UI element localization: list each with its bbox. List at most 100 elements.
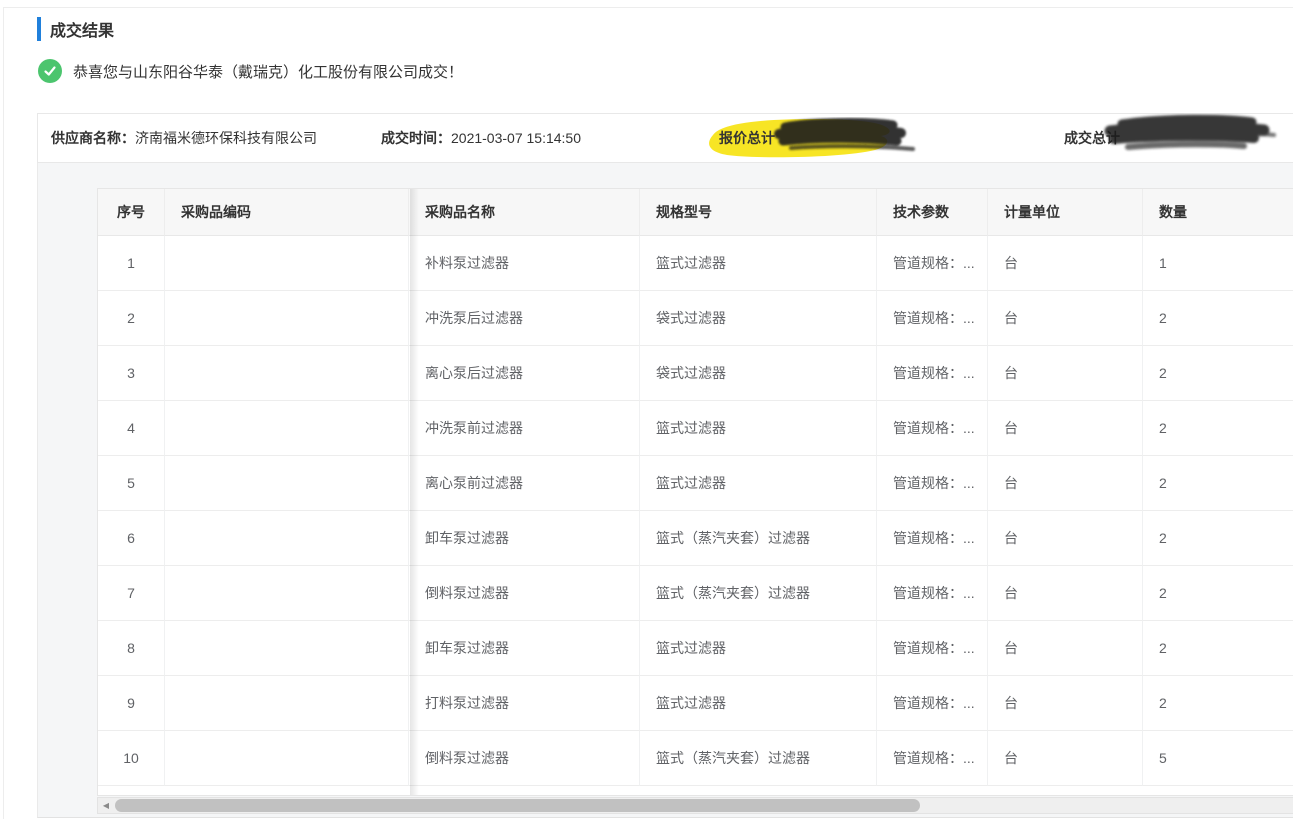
cell-tech: 管道规格：... xyxy=(877,676,988,731)
quote-total-label: 报价总计 xyxy=(719,130,775,146)
cell-name: 卸车泵过滤器 xyxy=(409,621,640,676)
cell-unit: 台 xyxy=(988,291,1143,346)
table-row: 4 冲洗泵前过滤器篮式过滤器管道规格：...台2 xyxy=(98,401,1293,456)
cell-tech: 管道规格：... xyxy=(877,731,988,786)
table-row: 6卸车泵过滤器篮式（蒸汽夹套）过滤器管道规格：...台2 xyxy=(98,511,1293,566)
cell-qty: 2 xyxy=(1143,456,1293,511)
table-row: 7倒料泵过滤器篮式（蒸汽夹套）过滤器管道规格：...台2 xyxy=(98,566,1293,621)
table-region: 序号采购品编码采购品名称规格型号技术参数计量单位数量 1补料泵过滤器篮式过滤器管… xyxy=(37,163,1293,818)
cell-spec: 篮式过滤器 xyxy=(640,676,877,731)
cell-qty: 2 xyxy=(1143,621,1293,676)
items-table: 序号采购品编码采购品名称规格型号技术参数计量单位数量 1补料泵过滤器篮式过滤器管… xyxy=(98,189,1293,786)
cell-index: 9 xyxy=(98,676,165,731)
cell-index: 5 xyxy=(98,456,165,511)
table-row: 9打料泵过滤器篮式过滤器管道规格：...台2 xyxy=(98,676,1293,731)
cell-name: 离心泵前过滤器 xyxy=(409,456,640,511)
cell-spec: 篮式过滤器 xyxy=(640,236,877,291)
cell-qty: 2 xyxy=(1143,346,1293,401)
cell-qty: 2 xyxy=(1143,291,1293,346)
table-row: 1补料泵过滤器篮式过滤器管道规格：...台1 xyxy=(98,236,1293,291)
table-row: 10 倒料泵过滤器篮式（蒸汽夹套）过滤器管道规格：...台5 xyxy=(98,731,1293,786)
column-header-unit: 计量单位 xyxy=(988,189,1143,236)
black-scribble-redaction xyxy=(1094,112,1284,162)
cell-spec: 袋式过滤器 xyxy=(640,291,877,346)
deal-info-bar: 供应商名称：济南福米德环保科技有限公司 成交时间：2021-03-07 15:1… xyxy=(37,113,1293,163)
cell-qty: 5 xyxy=(1143,731,1293,786)
cell-index: 7 xyxy=(98,566,165,621)
cell-name: 倒料泵过滤器 xyxy=(409,731,640,786)
cell-index: 6 xyxy=(98,511,165,566)
table-row: 3离心泵后过滤器袋式过滤器管道规格：...台2 xyxy=(98,346,1293,401)
cell-index: 2 xyxy=(98,291,165,346)
table-header-row: 序号采购品编码采购品名称规格型号技术参数计量单位数量 xyxy=(98,189,1293,236)
cell-unit: 台 xyxy=(988,621,1143,676)
cell-qty: 2 xyxy=(1143,511,1293,566)
column-header-tech: 技术参数 xyxy=(877,189,988,236)
horizontal-scrollbar[interactable]: ◀ xyxy=(97,797,1293,814)
cell-index: 1 xyxy=(98,236,165,291)
cell-tech: 管道规格：... xyxy=(877,456,988,511)
scrollbar-thumb[interactable] xyxy=(115,799,920,812)
cell-unit: 台 xyxy=(988,456,1143,511)
cell-tech: 管道规格：... xyxy=(877,346,988,401)
deal-result-page: 成交结果 恭喜您与山东阳谷华泰（戴瑞克）化工股份有限公司成交！ 供应商名称：济南… xyxy=(0,0,1293,826)
column-header-qty: 数量 xyxy=(1143,189,1293,236)
cell-code xyxy=(165,566,409,621)
cell-tech: 管道规格：... xyxy=(877,291,988,346)
cell-unit: 台 xyxy=(988,401,1143,456)
page-title: 成交结果 xyxy=(50,17,114,41)
cell-name: 离心泵后过滤器 xyxy=(409,346,640,401)
cell-code xyxy=(165,456,409,511)
success-message-text: 恭喜您与山东阳谷华泰（戴瑞克）化工股份有限公司成交！ xyxy=(73,61,463,82)
cell-unit: 台 xyxy=(988,511,1143,566)
cell-code xyxy=(165,346,409,401)
deal-time-label: 成交时间： xyxy=(381,130,451,146)
cell-tech: 管道规格：... xyxy=(877,401,988,456)
cell-qty: 1 xyxy=(1143,236,1293,291)
deal-time-info: 成交时间：2021-03-07 15:14:50 xyxy=(381,128,581,148)
cell-index: 8 xyxy=(98,621,165,676)
column-header-code: 采购品编码 xyxy=(165,189,409,236)
cell-index: 3 xyxy=(98,346,165,401)
section-title: 成交结果 xyxy=(37,16,114,42)
cell-code xyxy=(165,621,409,676)
cell-spec: 篮式过滤器 xyxy=(640,456,877,511)
title-accent-bar xyxy=(37,17,41,41)
cell-code xyxy=(165,511,409,566)
cell-name: 卸车泵过滤器 xyxy=(409,511,640,566)
cell-tech: 管道规格：... xyxy=(877,621,988,676)
cell-unit: 台 xyxy=(988,236,1143,291)
supplier-label: 供应商名称： xyxy=(51,130,135,146)
items-table-viewport: 序号采购品编码采购品名称规格型号技术参数计量单位数量 1补料泵过滤器篮式过滤器管… xyxy=(97,188,1293,796)
cell-name: 冲洗泵前过滤器 xyxy=(409,401,640,456)
cell-index: 4 xyxy=(98,401,165,456)
cell-name: 冲洗泵后过滤器 xyxy=(409,291,640,346)
column-header-spec: 规格型号 xyxy=(640,189,877,236)
cell-qty: 2 xyxy=(1143,566,1293,621)
deal-total-info: 成交总计 xyxy=(1064,128,1120,148)
deal-time-value: 2021-03-07 15:14:50 xyxy=(451,130,581,146)
cell-code xyxy=(165,401,409,456)
cell-index: 10 xyxy=(98,731,165,786)
success-message: 恭喜您与山东阳谷华泰（戴瑞克）化工股份有限公司成交！ xyxy=(38,59,463,83)
cell-unit: 台 xyxy=(988,346,1143,401)
cell-qty: 2 xyxy=(1143,401,1293,456)
supplier-info: 供应商名称：济南福米德环保科技有限公司 xyxy=(51,128,317,148)
cell-name: 打料泵过滤器 xyxy=(409,676,640,731)
column-header-name: 采购品名称 xyxy=(409,189,640,236)
cell-spec: 篮式过滤器 xyxy=(640,621,877,676)
black-scribble-redaction xyxy=(771,114,921,160)
cell-spec: 篮式（蒸汽夹套）过滤器 xyxy=(640,511,877,566)
supplier-value: 济南福米德环保科技有限公司 xyxy=(135,130,317,146)
scrollbar-left-arrow-icon[interactable]: ◀ xyxy=(98,798,114,813)
column-header-index: 序号 xyxy=(98,189,165,236)
quote-total-info: 报价总计 xyxy=(719,128,775,148)
cell-spec: 篮式过滤器 xyxy=(640,401,877,456)
cell-code xyxy=(165,731,409,786)
cell-unit: 台 xyxy=(988,731,1143,786)
cell-name: 补料泵过滤器 xyxy=(409,236,640,291)
cell-name: 倒料泵过滤器 xyxy=(409,566,640,621)
cell-spec: 篮式（蒸汽夹套）过滤器 xyxy=(640,731,877,786)
cell-unit: 台 xyxy=(988,676,1143,731)
success-check-icon xyxy=(38,59,62,83)
